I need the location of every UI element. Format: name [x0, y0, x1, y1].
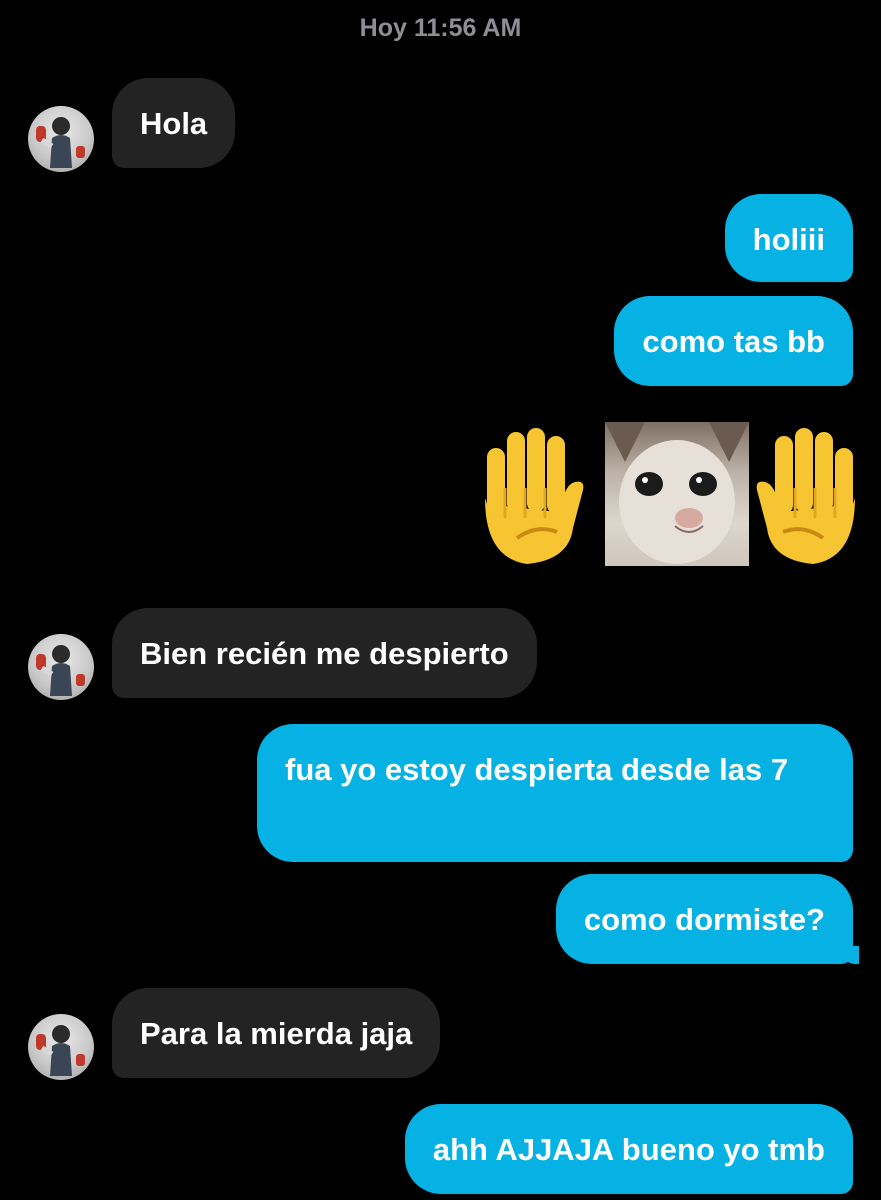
outgoing-message-bubble[interactable]: como tas bb: [614, 296, 853, 386]
message-text: Para la mierda jaja: [140, 1016, 413, 1051]
message-text: fua yo estoy despierta desde las 7: [285, 752, 789, 787]
incoming-message-bubble[interactable]: Para la mierda jaja: [112, 988, 441, 1078]
incoming-message-bubble[interactable]: Hola: [112, 78, 236, 168]
contact-avatar[interactable]: [28, 1014, 94, 1080]
outgoing-message-bubble[interactable]: como dormiste?: [555, 874, 860, 964]
contact-avatar[interactable]: [28, 634, 94, 700]
chat-timestamp: Hoy 11:56 AM: [359, 14, 522, 42]
outgoing-message-bubble[interactable]: fua yo estoy despierta desde las 7: [257, 724, 853, 862]
outgoing-message-bubble[interactable]: holiii: [724, 194, 853, 282]
message-text: Bien recién me despierto: [140, 636, 509, 671]
message-text: Hola: [140, 106, 208, 141]
message-text: como tas bb: [642, 324, 825, 359]
raised-hand-icon: [756, 428, 855, 564]
cat-image: [605, 422, 749, 566]
message-text: ahh AJJAJA bueno yo tmb: [432, 1132, 825, 1167]
raised-hand-icon: [485, 428, 584, 564]
message-text: como dormiste?: [583, 902, 825, 937]
raised-hands-cat-sticker[interactable]: [453, 420, 855, 570]
outgoing-message-bubble[interactable]: ahh AJJAJA bueno yo tmb: [404, 1104, 853, 1194]
incoming-message-bubble[interactable]: Bien recién me despierto: [112, 608, 537, 698]
message-text: holiii: [752, 222, 825, 257]
contact-avatar[interactable]: [28, 106, 94, 172]
